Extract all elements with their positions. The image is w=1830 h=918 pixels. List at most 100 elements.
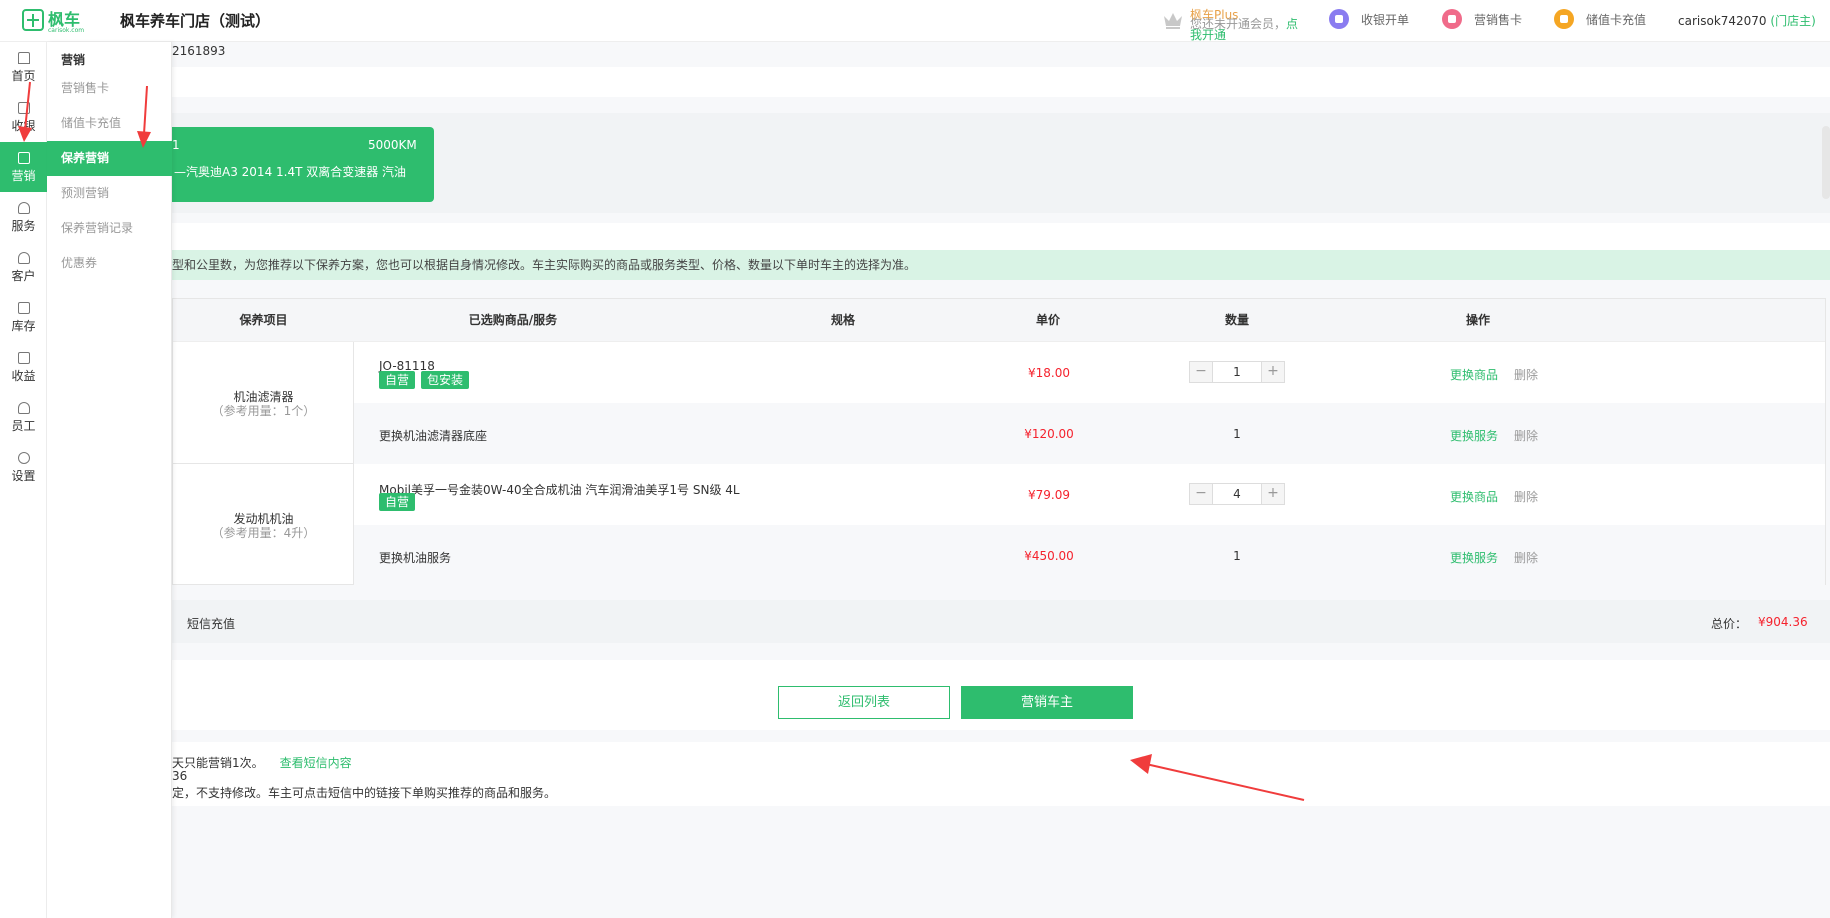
quantity-input[interactable]: 1 — [1212, 362, 1262, 382]
note-line: 定，不支持修改。车主可点击短信中的链接下单购买推荐的商品和服务。 — [172, 786, 557, 800]
stored-card-recharge-label: 储值卡充值 — [1586, 12, 1647, 27]
delete-link[interactable]: 删除 — [1514, 490, 1538, 504]
total-bar: 短信充值 总价： ¥904.36 — [172, 600, 1830, 643]
main-content: 2161893 1 5000KM —汽奥迪A3 2014 1.4T 双离合变速器… — [172, 42, 1830, 918]
total-value: ¥904.36 — [1758, 615, 1808, 629]
minus-button[interactable]: − — [1190, 484, 1212, 504]
delete-link[interactable]: 删除 — [1514, 368, 1538, 382]
shop-name: 枫车养车门店（测试） — [120, 12, 271, 30]
cashier-order-label: 收银开单 — [1361, 12, 1410, 27]
table-row: 更换机油滤清器底座 ¥120.00 1 更换服务 删除 — [354, 403, 1825, 464]
col-header-spec: 规格 — [830, 313, 855, 327]
row-actions: 更换商品 删除 — [1450, 366, 1538, 383]
unit-price: ¥79.09 — [1028, 488, 1070, 502]
submenu-item-maintenance-marketing[interactable]: 保养营销 — [47, 141, 172, 176]
submenu-item-marketing-card[interactable]: 营销售卡 — [47, 71, 172, 106]
submenu-item-coupons[interactable]: 优惠券 — [47, 246, 172, 281]
sidebar-item-marketing[interactable]: 营销 — [0, 142, 47, 192]
submenu-item-forecast-marketing[interactable]: 预测营销 — [47, 176, 172, 211]
user-account[interactable]: carisok742070 (门店主) — [1678, 12, 1816, 29]
main-sidebar: 首页 收银 营销 服务 客户 库存 收益 员工 设置 — [0, 42, 47, 918]
sidebar-item-staff[interactable]: 员工 — [0, 392, 47, 442]
sidebar-item-inventory[interactable]: 库存 — [0, 292, 47, 342]
logo-subtext: carisok.com — [48, 27, 85, 34]
total-label: 总价： — [1711, 617, 1748, 631]
sidebar-item-service[interactable]: 服务 — [0, 192, 47, 242]
quantity-value: 1 — [1233, 427, 1241, 441]
note-line: 36 — [172, 769, 188, 783]
col-header-item: 保养项目 — [239, 313, 288, 327]
headset-icon — [17, 202, 30, 214]
logo-icon — [22, 9, 44, 31]
marketing-card-label: 营销售卡 — [1474, 12, 1523, 27]
change-product-link[interactable]: 更换商品 — [1450, 368, 1498, 382]
product-tags: 自营 — [379, 493, 421, 511]
section-band — [172, 223, 1830, 250]
plus-button[interactable]: + — [1262, 484, 1284, 504]
col-header-price: 单价 — [1035, 313, 1060, 327]
group-reference: （参考用量：4升） — [211, 526, 316, 540]
submenu-title: 营销 — [61, 53, 86, 67]
sms-recharge-link[interactable]: 短信充值 — [187, 615, 235, 632]
group-reference: （参考用量：1个） — [211, 404, 316, 418]
scrollbar[interactable] — [1822, 126, 1830, 199]
recommendation-notice: 型和公里数，为您推荐以下保养方案，您也可以根据自身情况修改。车主实际购买的商品或… — [172, 250, 1830, 280]
delete-link[interactable]: 删除 — [1514, 429, 1538, 443]
sidebar-item-label: 库存 — [11, 319, 36, 333]
sidebar-item-revenue[interactable]: 收益 — [0, 342, 47, 392]
sidebar-item-home[interactable]: 首页 — [0, 42, 47, 92]
cashier-icon — [1329, 9, 1349, 29]
sidebar-item-label: 客户 — [11, 269, 36, 283]
sidebar-item-label: 收银 — [11, 119, 36, 133]
change-service-link[interactable]: 更换服务 — [1450, 429, 1498, 443]
change-service-link[interactable]: 更换服务 — [1450, 551, 1498, 565]
car-mileage: 5000KM — [368, 138, 417, 152]
submenu-item-stored-card-recharge[interactable]: 储值卡充值 — [47, 106, 172, 141]
brand-logo[interactable]: 枫车 carisok.com — [22, 8, 90, 34]
change-product-link[interactable]: 更换商品 — [1450, 490, 1498, 504]
sidebar-item-label: 设置 — [11, 469, 36, 483]
order-number: 2161893 — [172, 44, 226, 58]
service-name: 更换机油滤清器底座 — [379, 429, 488, 443]
plus-button[interactable]: + — [1262, 362, 1284, 382]
chart-icon — [17, 352, 30, 364]
market-to-owner-button[interactable]: 营销车主 — [961, 686, 1133, 719]
quantity-input[interactable]: 4 — [1212, 484, 1262, 504]
sidebar-item-customer[interactable]: 客户 — [0, 242, 47, 292]
car-model: —汽奥迪A3 2014 1.4T 双离合变速器 汽油 — [174, 165, 407, 179]
view-sms-content-link[interactable]: 查看短信内容 — [280, 756, 352, 770]
username: carisok742070 — [1678, 14, 1767, 28]
staff-icon — [17, 402, 30, 414]
crown-icon — [1164, 13, 1182, 29]
col-header-product: 已选购商品/服务 — [468, 313, 558, 327]
submenu-item-maintenance-records[interactable]: 保养营销记录 — [47, 211, 172, 246]
section-band — [172, 67, 1830, 97]
minus-button[interactable]: − — [1190, 362, 1212, 382]
user-role: (门店主) — [1770, 14, 1816, 28]
card-icon — [1442, 9, 1462, 29]
marketing-icon — [17, 152, 30, 164]
tag-self-operated: 自营 — [379, 371, 416, 389]
table-row: 更换机油服务 ¥450.00 1 更换服务 删除 — [354, 525, 1825, 586]
product-name: Mobil美孚一号金装0W-40全合成机油 汽车润滑油美孚1号 SN级 4L — [379, 483, 740, 497]
sidebar-item-cashier[interactable]: 收银 — [0, 92, 47, 142]
marketing-card-nav[interactable]: 营销售卡 — [1442, 9, 1522, 29]
note-line: 天只能营销1次。 查看短信内容 — [172, 754, 352, 771]
sidebar-item-settings[interactable]: 设置 — [0, 442, 47, 492]
wallet-icon — [1554, 9, 1574, 29]
row-actions: 更换商品 删除 — [1450, 488, 1538, 505]
plus-description: 您还未开通会员，点我开通 — [1190, 18, 1304, 41]
quantity-stepper: − 1 + — [1189, 361, 1285, 383]
back-to-list-button[interactable]: 返回列表 — [778, 686, 950, 719]
stored-card-recharge-nav[interactable]: 储值卡充值 — [1554, 9, 1646, 29]
customer-icon — [17, 252, 30, 264]
footer-notes: 天只能营销1次。 查看短信内容 36 定，不支持修改。车主可点击短信中的链接下单购… — [172, 742, 1830, 806]
table-row: JO-81118 自营 包安装 ¥18.00 − 1 + 更换商品 删除 — [354, 342, 1825, 403]
service-name: 更换机油服务 — [379, 551, 452, 565]
car-plate: 1 — [172, 138, 180, 152]
quantity-value: 1 — [1233, 549, 1241, 563]
sidebar-item-label: 收益 — [11, 369, 36, 383]
cashier-order-nav[interactable]: 收银开单 — [1329, 9, 1409, 29]
delete-link[interactable]: 删除 — [1514, 551, 1538, 565]
settings-icon — [17, 452, 30, 464]
